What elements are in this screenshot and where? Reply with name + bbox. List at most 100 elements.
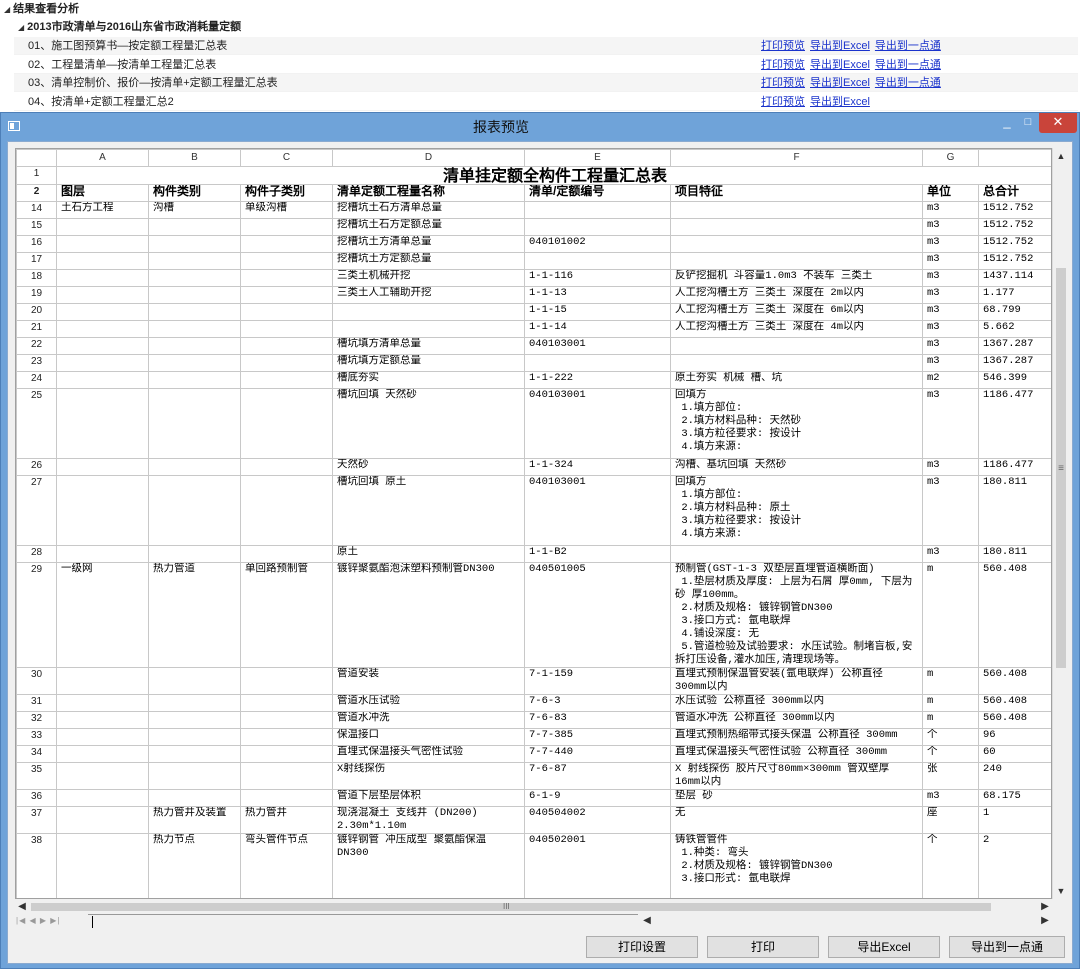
table-cell[interactable]: 人工挖沟槽土方 三类土 深度在 2m以内 [670,286,923,304]
table-cell[interactable]: 管道水冲洗 [332,711,525,729]
table-cell[interactable]: 040103001 [524,388,671,459]
table-cell[interactable] [148,320,241,338]
table-cell[interactable]: 热力管井及装置 [148,806,241,834]
row-number[interactable]: 2 [16,184,57,202]
table-cell[interactable] [332,303,525,321]
table-cell[interactable]: 1512.752 [978,235,1051,253]
table-cell[interactable]: 1367.287 [978,354,1051,372]
table-cell[interactable]: X射线探伤 [332,762,525,790]
row-number[interactable]: 19 [16,286,57,304]
row-number[interactable]: 23 [16,354,57,372]
table-cell[interactable]: 直埋式保温接头气密性试验 公称直径 300mm [670,745,923,763]
table-cell[interactable] [240,728,333,746]
table-cell[interactable]: 7-7-385 [524,728,671,746]
table-cell[interactable]: 96 [978,728,1051,746]
collapse-triangle-icon[interactable]: ◢ [18,19,24,37]
table-cell[interactable] [148,354,241,372]
table-cell[interactable] [56,745,149,763]
table-cell[interactable]: 560.408 [978,694,1051,712]
row-number[interactable]: 1 [16,166,57,185]
scroll-left-icon[interactable]: ◀ [15,900,29,914]
row-number[interactable]: 31 [16,694,57,712]
table-cell[interactable]: 水压试验 公称直径 300mm以内 [670,694,923,712]
export-excel-link[interactable]: 导出到Excel [810,77,870,89]
table-cell[interactable] [148,218,241,236]
row-number[interactable]: 25 [16,388,57,459]
column-header[interactable]: E [524,149,671,167]
table-cell[interactable]: 546.399 [978,371,1051,389]
table-cell[interactable]: m3 [922,789,979,807]
row-number[interactable]: 15 [16,218,57,236]
vertical-scrollbar[interactable]: ▲ ≡ ▼ [1052,148,1068,899]
table-cell[interactable]: m3 [922,337,979,355]
table-cell[interactable]: 管道下层垫层体积 [332,789,525,807]
table-cell[interactable] [148,711,241,729]
window-titlebar[interactable]: 报表预览 _ □ ✕ [1,113,1079,141]
table-cell[interactable]: 一级网 [56,562,149,668]
table-cell[interactable]: m2 [922,371,979,389]
print-preview-link[interactable]: 打印预览 [761,96,805,108]
table-cell[interactable]: m3 [922,286,979,304]
scroll-left-icon[interactable]: ◀ [640,914,654,928]
table-cell[interactable] [56,303,149,321]
table-cell[interactable]: 挖槽坑土方定额总量 [332,252,525,270]
table-cell[interactable]: m [922,667,979,695]
table-cell[interactable] [148,475,241,546]
table-cell[interactable] [240,789,333,807]
table-cell[interactable]: 7-7-440 [524,745,671,763]
report-list-item[interactable]: 04、按清单+定额工程量汇总2 打印预览 导出到Excel [14,92,1078,111]
table-cell[interactable] [240,667,333,695]
table-cell[interactable] [148,545,241,563]
table-cell[interactable]: 60 [978,745,1051,763]
table-cell[interactable] [56,728,149,746]
table-cell[interactable] [56,388,149,459]
table-cell[interactable]: 1-1-B2 [524,545,671,563]
table-cell[interactable]: 挖槽坑土石方定额总量 [332,218,525,236]
table-cell[interactable]: 反铲挖掘机 斗容量1.0m3 不装车 三类土 [670,269,923,287]
table-cell[interactable] [56,354,149,372]
table-cell[interactable] [148,694,241,712]
table-cell[interactable] [56,252,149,270]
table-cell[interactable] [524,354,671,372]
table-cell[interactable]: 保温接口 [332,728,525,746]
table-cell[interactable]: 槽坑回填 天然砂 [332,388,525,459]
table-cell[interactable]: 6-1-9 [524,789,671,807]
table-cell[interactable]: 镀锌聚氨酯泡沫塑料预制管DN300 [332,562,525,668]
table-cell[interactable]: 单级沟槽 [240,201,333,219]
table-cell[interactable]: 张 [922,762,979,790]
table-cell[interactable]: 热力管井 [240,806,333,834]
table-cell[interactable] [56,475,149,546]
table-cell[interactable] [148,388,241,459]
table-cell[interactable]: 560.408 [978,711,1051,729]
row-number[interactable]: 21 [16,320,57,338]
table-cell[interactable]: 回填方 1.填方部位: 2.填方材料品种: 天然砂 3.填方粒径要求: 按设计 … [670,388,923,459]
corner-cell[interactable] [16,149,57,167]
table-cell[interactable]: X 射线探伤 胶片尺寸80mm×300mm 管双壁厚 16mm以内 [670,762,923,790]
table-cell[interactable]: 68.799 [978,303,1051,321]
table-cell[interactable]: 1512.752 [978,218,1051,236]
row-number[interactable]: 18 [16,269,57,287]
table-cell[interactable]: 直埋式保温接头气密性试验 [332,745,525,763]
close-button[interactable]: ✕ [1039,113,1077,133]
export-excel-button[interactable]: 导出Excel [828,936,940,958]
table-cell[interactable] [148,728,241,746]
table-cell[interactable]: 铸铁管管件 1.种类: 弯头 2.材质及规格: 镀锌钢管DN300 3.接口形式… [670,833,923,898]
spreadsheet-view[interactable]: ABCDEFG 1 清单挂定额全构件工程量汇总表 2 图层 构件类别 构件子类别 清单… [15,148,1052,899]
table-cell[interactable]: 180.811 [978,545,1051,563]
table-cell[interactable]: 1-1-324 [524,458,671,476]
table-cell[interactable]: 040103001 [524,475,671,546]
table-cell[interactable] [56,762,149,790]
table-cell[interactable] [56,218,149,236]
table-cell[interactable] [56,269,149,287]
table-cell[interactable] [56,320,149,338]
table-cell[interactable] [148,252,241,270]
column-header[interactable]: B [148,149,241,167]
table-cell[interactable] [56,667,149,695]
table-cell[interactable]: 7-6-83 [524,711,671,729]
table-cell[interactable] [56,694,149,712]
row-number[interactable]: 28 [16,545,57,563]
table-cell[interactable] [670,235,923,253]
table-cell[interactable]: 2 [978,833,1051,898]
print-setup-button[interactable]: 打印设置 [586,936,698,958]
table-cell[interactable]: 管道水冲洗 公称直径 300mm以内 [670,711,923,729]
